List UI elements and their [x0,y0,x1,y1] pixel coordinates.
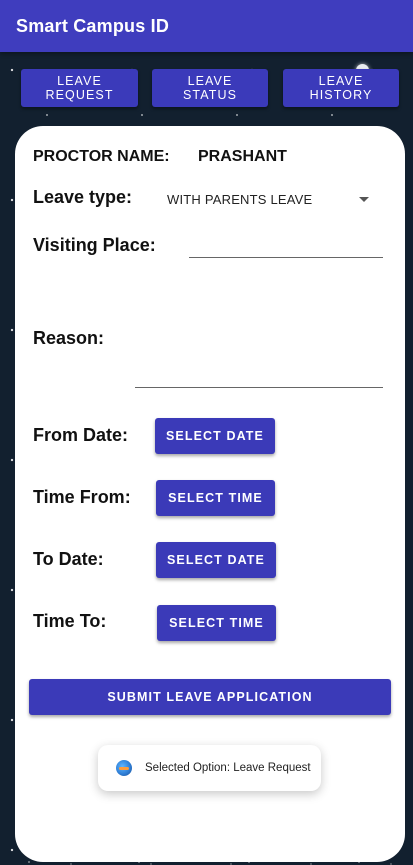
select-from-time-button[interactable]: SELECT TIME [156,480,275,516]
leave-history-line2: HISTORY [309,88,373,102]
proctor-name-label: PROCTOR NAME: [33,148,170,165]
app-bar: Smart Campus ID [0,0,413,52]
visiting-place-input[interactable] [189,232,383,258]
time-to-label: Time To: [33,611,107,631]
leave-request-line1: LEAVE [57,74,102,88]
leave-status-button[interactable]: LEAVE STATUS [152,69,268,107]
app-title: Smart Campus ID [16,15,170,36]
leave-history-line1: LEAVE [318,74,364,88]
leave-status-line1: LEAVE [187,74,233,88]
toast-message: Selected Option: Leave Request [98,745,321,791]
submit-leave-application-button[interactable]: SUBMIT LEAVE APPLICATION [29,679,391,715]
toast-text: Selected Option: Leave Request [145,762,311,774]
leave-type-selected-value: WITH PARENTS LEAVE [167,191,313,207]
reason-input[interactable] [135,362,383,388]
dropdown-arrow-icon [359,196,369,202]
select-to-date-button[interactable]: SELECT DATE [156,542,276,578]
leave-status-line2: STATUS [182,88,238,102]
reason-label: Reason: [33,328,105,348]
leave-request-line2: REQUEST [45,88,114,102]
visiting-place-label: Visiting Place: [33,235,156,255]
to-date-label: To Date: [33,549,104,569]
leave-history-button[interactable]: LEAVE HISTORY [283,69,399,107]
app-icon [116,760,132,776]
select-from-date-button[interactable]: SELECT DATE [155,418,275,454]
leave-type-dropdown[interactable]: WITH PARENTS LEAVE [167,186,375,212]
select-to-time-button[interactable]: SELECT TIME [157,605,276,641]
from-date-label: From Date: [33,425,129,445]
leave-type-label: Leave type: [33,187,133,207]
leave-request-button[interactable]: LEAVE REQUEST [21,69,138,107]
proctor-name-value: PRASHANT [198,148,287,165]
time-from-label: Time From: [33,487,131,507]
